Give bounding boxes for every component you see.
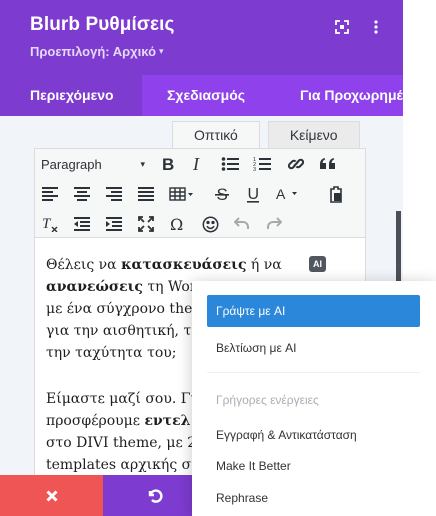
- write-with-ai-item[interactable]: Γράψτε με AI: [207, 295, 420, 327]
- text-line: Θέλεις να κατασκευάσεις ή να: [46, 257, 282, 273]
- close-icon: [45, 489, 58, 502]
- editor-mode-tabs: Οπτικό Κείμενο: [172, 121, 360, 148]
- paste-icon[interactable]: [325, 182, 347, 206]
- outdent-icon[interactable]: [71, 212, 93, 236]
- tab-design[interactable]: Σχεδιασμός: [142, 75, 272, 116]
- indent-icon[interactable]: [103, 212, 125, 236]
- tab-content[interactable]: Περιεχόμενο: [0, 75, 142, 116]
- align-left-icon[interactable]: [39, 182, 61, 206]
- ai-dropdown-menu: Γράψτε με AI Βελτίωση με AI Γρήγορες ενέ…: [192, 281, 436, 516]
- quick-actions-heading: Γρήγορες ενέργειες: [216, 393, 319, 407]
- numbered-list-icon[interactable]: 1 2 3: [251, 152, 273, 176]
- chevron-down-icon: ▾: [159, 46, 164, 56]
- modal-header: Blurb Ρυθμίσεις Προεπιλογή: Αρχικό ▾: [0, 0, 403, 75]
- text-line: στο DIVI theme, με 2: [46, 435, 197, 451]
- modal-title: Blurb Ρυθμίσεις: [30, 14, 175, 35]
- settings-tabs: Περιεχόμενο Σχεδιασμός Για Προχωρημένους: [0, 75, 403, 116]
- more-vertical-icon[interactable]: [367, 18, 385, 36]
- menu-item-make-it-better[interactable]: Make It Better: [216, 450, 291, 482]
- text-line: templates αρχικής σ: [46, 457, 192, 473]
- clear-formatting-icon[interactable]: T: [39, 212, 61, 236]
- menu-divider: [207, 372, 420, 373]
- text-color-icon[interactable]: A: [273, 182, 303, 206]
- text-line: προσφέρουμε εντελ: [46, 413, 191, 429]
- fullscreen-icon[interactable]: [135, 212, 157, 236]
- chevron-down-icon: ▾: [140, 158, 145, 169]
- undo-icon[interactable]: [231, 212, 253, 236]
- tab-advanced[interactable]: Για Προχωρημένους: [272, 75, 403, 116]
- blockquote-icon[interactable]: [317, 152, 339, 176]
- svg-text:B: B: [162, 156, 174, 172]
- italic-icon[interactable]: I: [187, 152, 209, 176]
- format-select[interactable]: Paragraph ▾: [41, 152, 149, 176]
- table-icon[interactable]: [167, 182, 197, 206]
- cancel-button[interactable]: [0, 475, 103, 516]
- emoji-icon[interactable]: [199, 212, 221, 236]
- bullet-list-icon[interactable]: [219, 152, 241, 176]
- expand-icon[interactable]: [333, 18, 351, 36]
- svg-text:U: U: [248, 186, 260, 203]
- align-justify-icon[interactable]: [135, 182, 157, 206]
- format-select-value: Paragraph: [41, 156, 102, 172]
- svg-text:A: A: [276, 186, 286, 202]
- align-right-icon[interactable]: [103, 182, 125, 206]
- undo-icon: [148, 488, 163, 503]
- underline-icon[interactable]: U: [242, 182, 264, 206]
- align-center-icon[interactable]: [71, 182, 93, 206]
- special-character-icon[interactable]: Ω: [167, 212, 189, 236]
- preset-label: Προεπιλογή: Αρχικό: [30, 44, 157, 59]
- link-icon[interactable]: [285, 152, 307, 176]
- editor-toolbar: Paragraph ▾ B I 1 2 3 U A T Ω: [34, 148, 366, 238]
- menu-item-rephrase[interactable]: Rephrase: [216, 482, 268, 514]
- redo-icon[interactable]: [263, 212, 285, 236]
- undo-button[interactable]: [103, 475, 206, 516]
- ai-badge-button[interactable]: AI: [309, 256, 326, 272]
- tab-visual[interactable]: Οπτικό: [172, 121, 260, 148]
- bold-icon[interactable]: B: [157, 152, 179, 176]
- menu-item-write-replace[interactable]: Εγγραφή & Αντικατάσταση: [216, 419, 357, 451]
- preset-selector[interactable]: Προεπιλογή: Αρχικό ▾: [30, 44, 164, 59]
- text-line: Είμαστε μαζί σου. Γι: [46, 391, 196, 407]
- svg-text:3: 3: [253, 167, 256, 172]
- svg-text:I: I: [192, 156, 200, 172]
- strikethrough-icon[interactable]: S: [211, 182, 233, 206]
- paragraph-2: Είμαστε μαζί σου. Γι προσφέρουμε εντελ στο…: [46, 388, 196, 476]
- tab-text[interactable]: Κείμενο: [267, 121, 360, 148]
- svg-text:T: T: [42, 216, 52, 232]
- improve-with-ai-item[interactable]: Βελτίωση με AI: [216, 332, 296, 364]
- svg-text:Ω: Ω: [170, 216, 183, 232]
